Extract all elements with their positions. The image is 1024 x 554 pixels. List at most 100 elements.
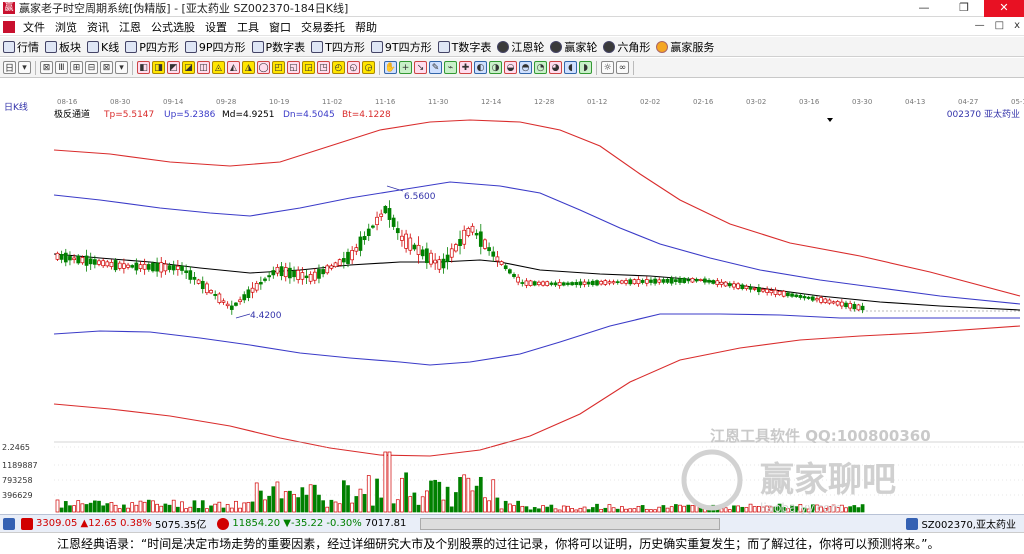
volume-bar (678, 504, 682, 513)
draw-tool-button[interactable]: ◕ (549, 61, 562, 74)
toolbar-button-9[interactable]: 江恩轮 (497, 39, 544, 55)
chart-svg[interactable]: 日K线 08-16 08-30 09-14 09-28 10-19 11-02 11-16 11… (0, 78, 1024, 515)
toolbar-button-4[interactable]: 9P四方形 (184, 39, 246, 55)
draw-tool-button[interactable]: ◰ (272, 61, 285, 74)
draw-tool-button[interactable]: ☼ (601, 61, 614, 74)
toolbar-button-1[interactable]: 板块 (45, 39, 81, 55)
draw-tool-button[interactable]: ▾ (115, 61, 128, 74)
draw-tool-button[interactable]: ◭ (227, 61, 240, 74)
candle-body (429, 252, 433, 265)
draw-tool-button[interactable]: ⊠ (40, 61, 53, 74)
volume-bar (524, 506, 529, 513)
toolbar-button-3[interactable]: P四方形 (125, 39, 179, 55)
sz-index-icon (217, 517, 230, 530)
candle-body (325, 265, 330, 274)
draw-tool-button[interactable]: ◱ (287, 61, 300, 74)
draw-tool-button[interactable]: ◬ (212, 61, 225, 74)
volume-bar (595, 503, 599, 513)
candle-body (163, 263, 168, 272)
draw-tool-button[interactable]: ◗ (579, 61, 592, 74)
draw-tool-button[interactable]: ◖ (564, 61, 577, 74)
sh-index-segment[interactable]: 3309.05 ▲12.65 0.38% 5075.35亿 (0, 516, 206, 531)
volume-bar (657, 506, 662, 513)
draw-tool-button[interactable]: ◓ (519, 61, 532, 74)
volume-bar (466, 477, 471, 513)
menu-item-4[interactable]: 公式选股 (146, 19, 200, 35)
draw-tool-button[interactable]: ⊠ (100, 61, 113, 74)
draw-tool-button[interactable]: ◳ (317, 61, 330, 74)
toolbar-button-8[interactable]: T数字表 (437, 39, 491, 55)
toolbar-button-7[interactable]: 9T四方形 (370, 39, 432, 55)
toolbar-button-5[interactable]: P数字表 (251, 39, 305, 55)
volume-bar (259, 490, 263, 513)
draw-tool-button[interactable]: ⊟ (85, 61, 98, 74)
draw-tool-button[interactable]: 日 (3, 61, 16, 74)
draw-tool-button[interactable]: ◒ (504, 61, 517, 74)
menu-item-3[interactable]: 江恩 (114, 19, 146, 35)
maximize-button[interactable]: ❐ (944, 0, 984, 17)
draw-tool-button[interactable]: ✎ (429, 61, 442, 74)
draw-tool-button[interactable]: ▾ (18, 61, 31, 74)
draw-tool-button[interactable]: Ⅲ (55, 61, 68, 74)
draw-tool-button[interactable]: ∞ (616, 61, 629, 74)
candle-body (537, 281, 541, 286)
volume-bar (599, 508, 604, 513)
toolbar-button-12[interactable]: 赢家服务 (656, 39, 714, 55)
draw-tool-button[interactable]: ✚ (459, 61, 472, 74)
candle-body (532, 281, 537, 286)
toolbar-button-11[interactable]: 六角形 (603, 39, 650, 55)
minimize-button[interactable]: — (904, 0, 944, 17)
date-tick-label: 12-14 (481, 98, 502, 106)
menu-item-1[interactable]: 浏览 (50, 19, 82, 35)
candle-body (852, 303, 857, 310)
kline-chart[interactable]: 日K线 08-16 08-30 09-14 09-28 10-19 11-02 11-16 11… (0, 78, 1024, 515)
draw-tool-button[interactable]: ◐ (474, 61, 487, 74)
draw-tool-button[interactable]: ◨ (152, 61, 165, 74)
mdi-control-2[interactable]: x (1014, 20, 1020, 31)
chart-scrollbar[interactable] (420, 517, 721, 530)
menu-item-6[interactable]: 工具 (232, 19, 264, 35)
draw-tool-button[interactable]: ⌁ (444, 61, 457, 74)
candle-body (300, 272, 305, 280)
toolbar-button-10[interactable]: 赢家轮 (550, 39, 597, 55)
draw-tool-button[interactable]: ◪ (182, 61, 195, 74)
stock-code-segment[interactable]: SZ002370,亚太药业 (903, 516, 1016, 531)
menu-item-7[interactable]: 窗口 (264, 19, 296, 35)
low-price-label: 4.4200 (250, 311, 282, 321)
candle-body (416, 244, 421, 255)
draw-tool-button[interactable]: + (399, 61, 412, 74)
volume-bar (304, 494, 309, 513)
draw-tool-button[interactable]: ✋ (384, 61, 397, 74)
draw-tool-button[interactable]: ◵ (347, 61, 360, 74)
draw-tool-button[interactable]: ◯ (257, 61, 270, 74)
draw-tool-button[interactable]: ◶ (362, 61, 375, 74)
menu-item-0[interactable]: 文件 (18, 19, 50, 35)
candle-body (727, 283, 732, 287)
sz-index-segment[interactable]: 11854.20 ▼-35.22 -0.30% 7017.81 (214, 517, 406, 530)
draw-tool-button[interactable]: ◮ (242, 61, 255, 74)
draw-tool-button[interactable]: ◴ (332, 61, 345, 74)
candle-body (802, 296, 807, 299)
draw-tool-button[interactable]: ◔ (534, 61, 547, 74)
volume-bar (520, 505, 525, 513)
draw-tool-button[interactable]: ↘ (414, 61, 427, 74)
draw-tool-button[interactable]: ◩ (167, 61, 180, 74)
date-tick-label: 08-16 (57, 98, 78, 106)
draw-tool-button[interactable]: ⊞ (70, 61, 83, 74)
mdi-control-0[interactable]: — (975, 20, 985, 31)
volume-bar (196, 507, 201, 513)
close-button[interactable]: ✕ (984, 0, 1024, 17)
draw-tool-button[interactable]: ◫ (197, 61, 210, 74)
draw-tool-button[interactable]: ◑ (489, 61, 502, 74)
toolbar-button-0[interactable]: 行情 (3, 39, 39, 55)
menu-item-8[interactable]: 交易委托 (296, 19, 350, 35)
draw-tool-button[interactable]: ◧ (137, 61, 150, 74)
menu-item-5[interactable]: 设置 (200, 19, 232, 35)
toolbar-button-6[interactable]: T四方形 (311, 39, 365, 55)
mdi-control-1[interactable]: □ (995, 20, 1004, 31)
draw-tool-button[interactable]: ◲ (302, 61, 315, 74)
menu-item-2[interactable]: 资讯 (82, 19, 114, 35)
toolbar-button-2[interactable]: K线 (87, 39, 119, 55)
menu-item-9[interactable]: 帮助 (350, 19, 382, 35)
toolbar-separator (596, 60, 597, 75)
